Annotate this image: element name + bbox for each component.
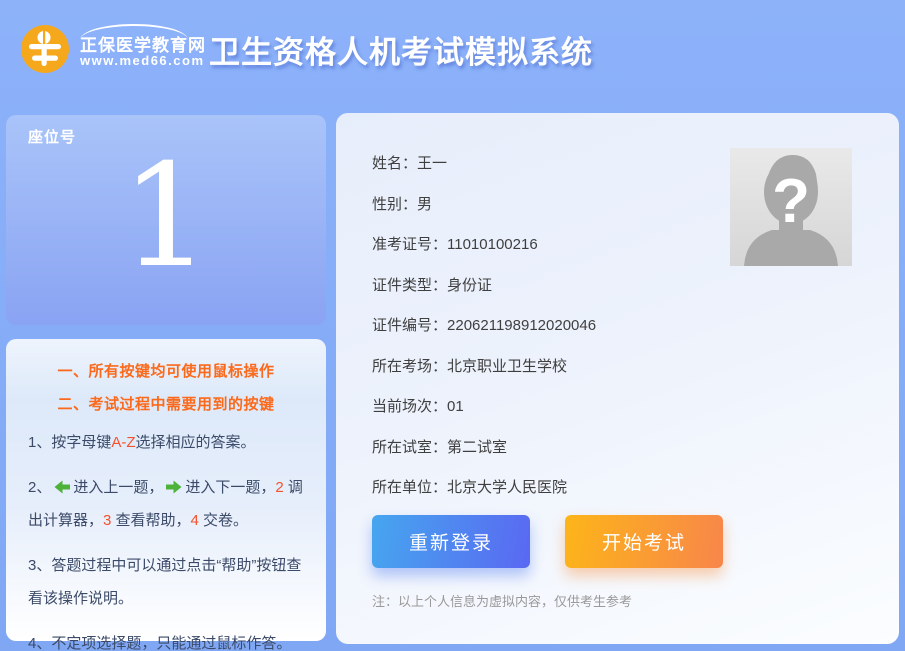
- field-exam-site: 所在考场：北京职业卫生学校: [372, 347, 596, 388]
- instructions-heading-2: 二、考试过程中需要用到的按键: [28, 393, 304, 414]
- item2-number: 2、: [28, 479, 51, 496]
- next-question-arrow-icon: [166, 480, 182, 494]
- candidate-photo-placeholder: ?: [730, 148, 852, 266]
- instruction-item-2: 2、进入上一题，进入下一题，2 调出计算器，3 查看帮助，4 交卷。: [28, 471, 304, 537]
- page-title: 卫生资格人机考试模拟系统: [209, 27, 593, 72]
- field-work-unit-value: 北京大学人民医院: [447, 479, 567, 496]
- item1-text-post: 选择相应的答案。: [136, 434, 256, 451]
- instruction-item-4: 4、不定项选择题，只能通过鼠标作答。: [28, 627, 304, 651]
- field-session-label: 当前场次：: [372, 398, 447, 415]
- field-gender: 性别：男: [372, 185, 596, 226]
- field-work-unit: 所在单位：北京大学人民医院: [372, 468, 596, 509]
- seat-number: 1: [6, 129, 326, 304]
- question-mark-icon: ?: [730, 166, 852, 237]
- field-id-type-value: 身份证: [447, 277, 492, 294]
- field-session: 当前场次：01: [372, 387, 596, 428]
- field-id-number-value: 220621198912020046: [447, 317, 596, 334]
- item1-text: 1、按字母键: [28, 434, 111, 451]
- field-name-label: 姓名：: [372, 155, 417, 172]
- item2-key-calc: 2: [275, 479, 283, 496]
- instructions-heading-1: 一、所有按键均可使用鼠标操作: [28, 360, 304, 381]
- field-work-unit-label: 所在单位：: [372, 479, 447, 496]
- action-buttons: 重新登录 开始考试: [372, 515, 723, 568]
- field-id-number-label: 证件编号：: [372, 317, 447, 334]
- field-session-value: 01: [447, 398, 464, 415]
- field-admission-number: 准考证号：11010100216: [372, 225, 596, 266]
- field-exam-room-label: 所在试室：: [372, 439, 447, 456]
- item2-text-submit: 交卷。: [199, 512, 248, 529]
- field-gender-value: 男: [417, 196, 432, 213]
- item2-key-submit: 4: [191, 512, 199, 529]
- med66-logo-icon: [21, 25, 69, 73]
- brand-url: www.med66.com: [80, 53, 205, 68]
- field-exam-site-label: 所在考场：: [372, 358, 447, 375]
- instructions-card: 一、所有按键均可使用鼠标操作 二、考试过程中需要用到的按键 1、按字母键A-Z选…: [6, 339, 326, 641]
- field-id-type-label: 证件类型：: [372, 277, 447, 294]
- field-admission-number-value: 11010100216: [447, 236, 538, 253]
- instruction-item-1: 1、按字母键A-Z选择相应的答案。: [28, 426, 304, 459]
- relogin-button[interactable]: 重新登录: [372, 515, 530, 568]
- item2-next-label: 进入下一题，: [185, 479, 275, 496]
- field-exam-site-value: 北京职业卫生学校: [447, 358, 567, 375]
- field-id-type: 证件类型：身份证: [372, 266, 596, 307]
- field-exam-room-value: 第二试室: [447, 439, 507, 456]
- field-admission-number-label: 准考证号：: [372, 236, 447, 253]
- field-name-value: 王一: [417, 155, 447, 172]
- prev-question-arrow-icon: [54, 480, 70, 494]
- field-id-number: 证件编号：220621198912020046: [372, 306, 596, 347]
- field-exam-room: 所在试室：第二试室: [372, 428, 596, 469]
- item2-prev-label: 进入上一题，: [73, 479, 163, 496]
- item2-text-help: 查看帮助，: [111, 512, 190, 529]
- disclaimer-note: 注：以上个人信息为虚拟内容，仅供考生参考: [372, 591, 632, 610]
- exam-simulation-page: 正保医学教育网 www.med66.com 卫生资格人机考试模拟系统 座位号 1…: [0, 0, 905, 651]
- item1-keys: A-Z: [111, 434, 135, 451]
- field-gender-label: 性别：: [372, 196, 417, 213]
- instruction-item-3: 3、答题过程中可以通过点击“帮助”按钮查看该操作说明。: [28, 549, 304, 615]
- field-name: 姓名：王一: [372, 144, 596, 185]
- start-exam-button[interactable]: 开始考试: [565, 515, 723, 568]
- candidate-info-panel: 姓名：王一 性别：男 准考证号：11010100216 证件类型：身份证 证件编…: [336, 113, 899, 644]
- candidate-fields: 姓名：王一 性别：男 准考证号：11010100216 证件类型：身份证 证件编…: [372, 144, 596, 509]
- seat-card: 座位号 1: [6, 115, 326, 325]
